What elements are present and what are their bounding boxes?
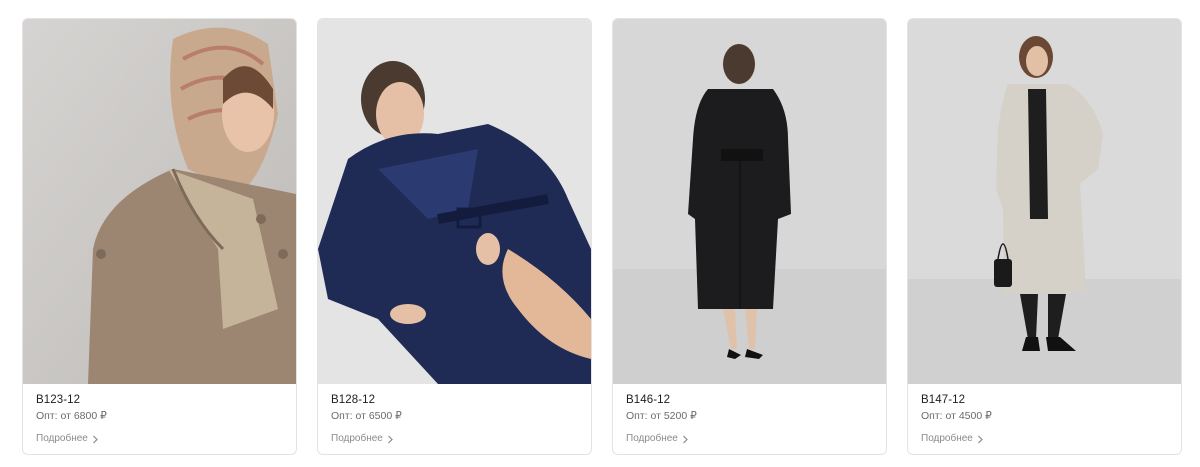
product-info: B146-12 Опт: от 5200 ₽ — [626, 393, 876, 424]
product-sku[interactable]: B123-12 — [36, 393, 286, 408]
more-link-label: Подробнее — [331, 433, 383, 444]
more-link-label: Подробнее — [921, 433, 973, 444]
product-card[interactable]: B146-12 Опт: от 5200 ₽ Подробнее — [612, 18, 887, 455]
more-link-label: Подробнее — [626, 433, 678, 444]
more-link[interactable]: Подробнее — [36, 432, 99, 446]
product-image-leather-navy — [318, 19, 591, 384]
product-info: B147-12 Опт: от 4500 ₽ — [921, 393, 1171, 424]
more-link-label: Подробнее — [36, 433, 88, 444]
product-price: Опт: от 6800 ₽ — [36, 410, 107, 422]
more-link[interactable]: Подробнее — [626, 432, 689, 446]
chevron-right-icon — [682, 435, 688, 443]
product-price: Опт: от 5200 ₽ — [626, 410, 697, 422]
product-sku[interactable]: B128-12 — [331, 393, 581, 408]
chevron-right-icon — [92, 435, 98, 443]
product-grid: B123-12 Опт: от 6800 ₽ Подробнее B128-12… — [22, 18, 1182, 455]
more-link[interactable]: Подробнее — [921, 432, 984, 446]
product-photo[interactable] — [613, 19, 886, 384]
product-sku[interactable]: B146-12 — [626, 393, 876, 408]
product-photo[interactable] — [23, 19, 296, 384]
product-image-trench-beige — [23, 19, 296, 384]
chevron-right-icon — [977, 435, 983, 443]
product-card[interactable]: B128-12 Опт: от 6500 ₽ Подробнее — [317, 18, 592, 455]
more-link[interactable]: Подробнее — [331, 432, 394, 446]
product-info: B128-12 Опт: от 6500 ₽ — [331, 393, 581, 424]
product-image-trench-black — [613, 19, 886, 384]
product-photo[interactable] — [318, 19, 591, 384]
product-price: Опт: от 6500 ₽ — [331, 410, 402, 422]
product-info: B123-12 Опт: от 6800 ₽ — [36, 393, 286, 424]
product-card[interactable]: B147-12 Опт: от 4500 ₽ Подробнее — [907, 18, 1182, 455]
product-card[interactable]: B123-12 Опт: от 6800 ₽ Подробнее — [22, 18, 297, 455]
product-sku[interactable]: B147-12 — [921, 393, 1171, 408]
product-photo[interactable] — [908, 19, 1181, 384]
chevron-right-icon — [387, 435, 393, 443]
product-image-coat-grey — [908, 19, 1181, 384]
product-price: Опт: от 4500 ₽ — [921, 410, 992, 422]
